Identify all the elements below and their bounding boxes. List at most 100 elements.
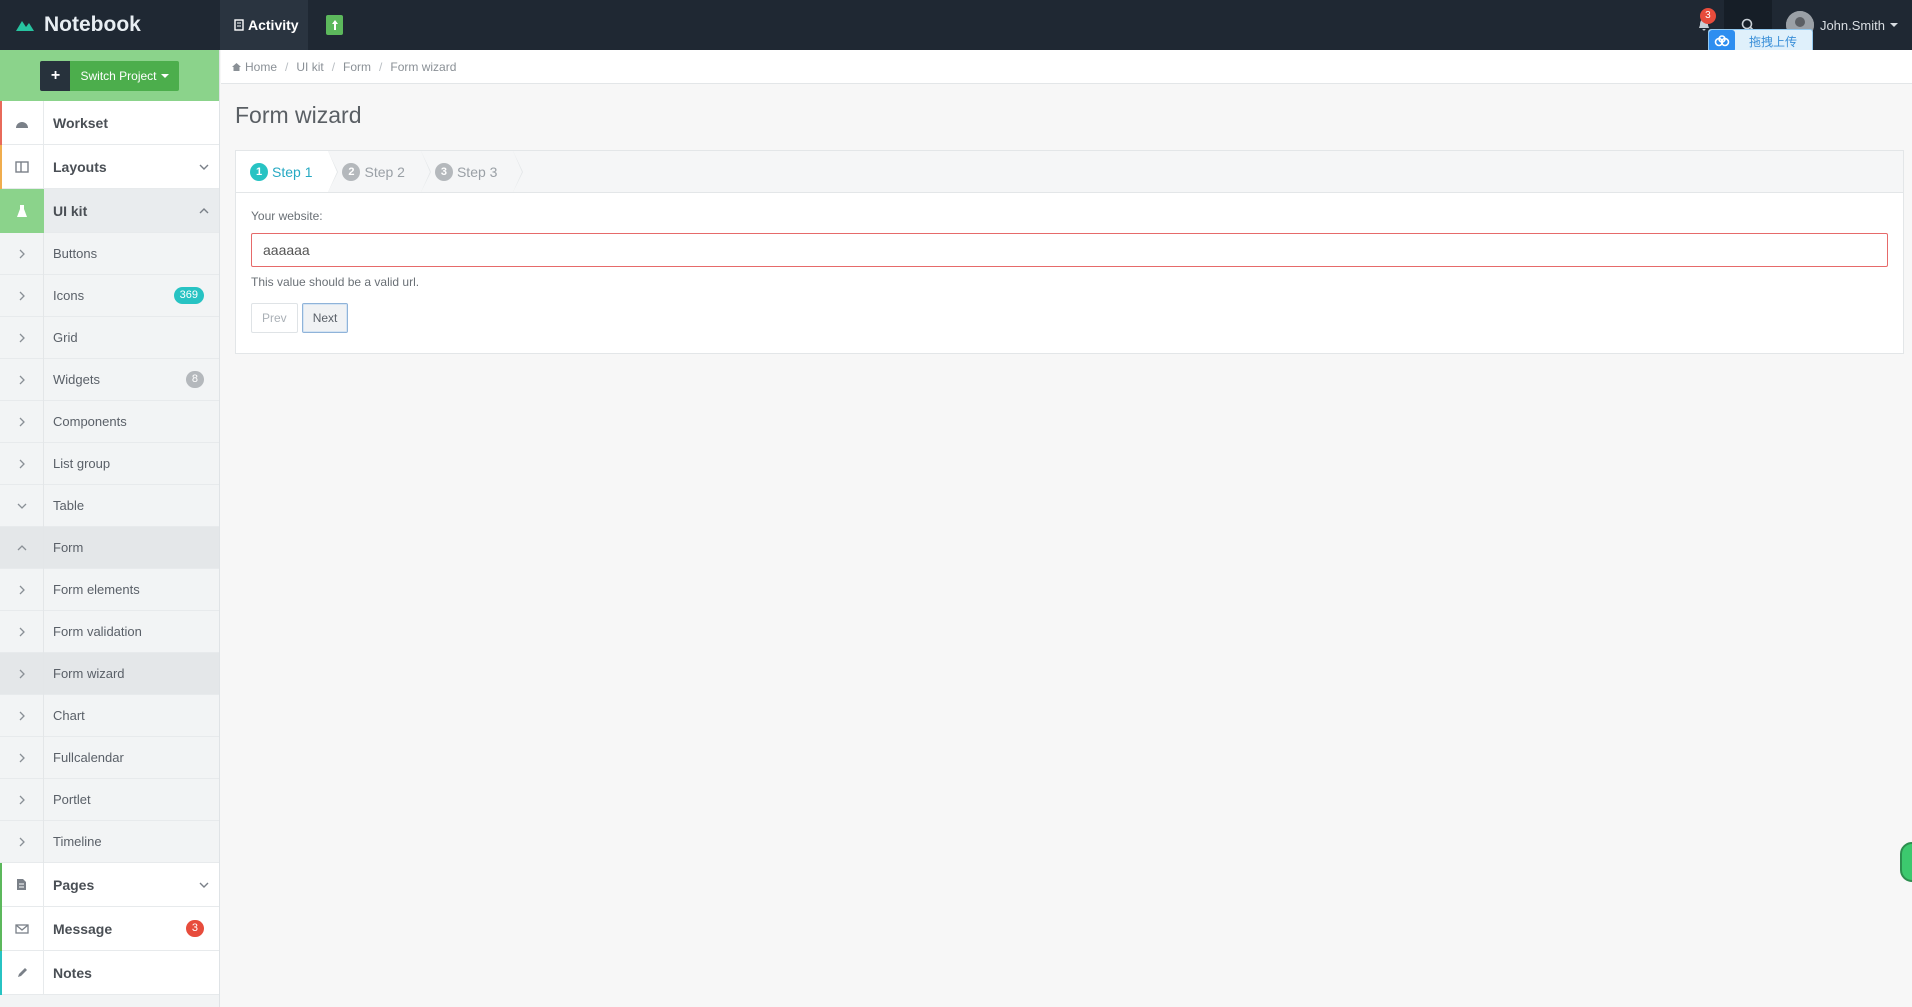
sidebar-item-label: Pages: [53, 876, 95, 893]
switch-project-label: Switch Project: [80, 68, 157, 83]
sidebar-subitem-label: Widgets: [53, 372, 100, 387]
envelope-icon: [0, 906, 44, 951]
chevron-right-icon: [0, 316, 44, 359]
chevron-right-icon: [0, 568, 44, 611]
wizard-step-1[interactable]: 1 Step 1: [236, 151, 339, 192]
chevron-right-icon: [0, 820, 44, 863]
breadcrumb-separator: /: [331, 59, 336, 74]
chevron-right-icon: [0, 442, 44, 485]
sidebar-subitem-portlet[interactable]: Portlet: [0, 778, 219, 821]
chevron-up-icon: [0, 526, 44, 569]
sidebar-subitem-form-wizard[interactable]: Form wizard: [0, 652, 219, 695]
chevron-right-icon: [0, 274, 44, 317]
form-wizard-panel: 1 Step 1 2 Step 2 3 Step 3 Your website:…: [235, 150, 1904, 354]
step-label: Step 1: [272, 163, 313, 180]
sidebar-item-workset[interactable]: Workset: [0, 100, 219, 145]
sidebar-subitem-grid[interactable]: Grid: [0, 316, 219, 359]
website-label: Your website:: [251, 209, 323, 223]
notification-count-badge: 3: [1699, 8, 1716, 24]
sidebar-subitem-buttons[interactable]: Buttons: [0, 232, 219, 275]
sidebar-subitem-components[interactable]: Components: [0, 400, 219, 443]
count-badge: 369: [173, 287, 204, 304]
sidebar-subitem-widgets[interactable]: Widgets 8: [0, 358, 219, 401]
message-count-badge: 3: [185, 920, 204, 937]
sidebar-item-label: Notes: [53, 964, 92, 981]
page-title: Form wizard: [235, 102, 362, 128]
upload-button[interactable]: [326, 15, 343, 35]
pencil-icon: [0, 950, 44, 995]
sidebar-item-label: Workset: [53, 114, 108, 131]
sidebar-subitem-label: Fullcalendar: [53, 750, 124, 765]
accent-bar: [0, 863, 2, 907]
floating-action-button[interactable]: [1900, 842, 1912, 882]
home-icon: [232, 62, 241, 71]
sidebar-item-label: Layouts: [53, 158, 107, 175]
website-input[interactable]: [251, 233, 1888, 267]
breadcrumb-separator: /: [379, 59, 383, 74]
breadcrumb-uikit[interactable]: UI kit: [296, 60, 323, 74]
sidebar-subitem-label: Chart: [53, 708, 85, 723]
sidebar-subitem-label: Form: [53, 540, 84, 555]
sidebar-subitem-list-group[interactable]: List group: [0, 442, 219, 485]
sidebar-subitem-label: Form wizard: [53, 666, 125, 681]
breadcrumb-form[interactable]: Form: [343, 60, 371, 74]
sidebar-subitem-form[interactable]: Form: [0, 526, 219, 569]
sidebar-item-pages[interactable]: Pages: [0, 862, 219, 907]
step-arrow: [420, 151, 430, 192]
chevron-up-icon: [189, 207, 219, 214]
chevron-right-icon: [0, 358, 44, 401]
sidebar-subitem-table[interactable]: Table: [0, 484, 219, 527]
chevron-down-icon: [0, 484, 44, 527]
brand[interactable]: Notebook: [0, 0, 220, 50]
sidebar-subitem-form-validation[interactable]: Form validation: [0, 610, 219, 653]
step-arrow: [513, 151, 523, 192]
sidebar-subitem-label: Components: [53, 414, 127, 429]
notebook-logo-icon: [16, 21, 34, 31]
breadcrumb-current: Form wizard: [390, 59, 457, 74]
chevron-right-icon: [0, 736, 44, 779]
sidebar-subitem-fullcalendar[interactable]: Fullcalendar: [0, 736, 219, 779]
step-label: Step 2: [364, 163, 405, 180]
count-badge: 8: [185, 371, 204, 388]
chevron-right-icon: [0, 610, 44, 653]
wizard-step-2[interactable]: 2 Step 2: [328, 151, 431, 192]
tab-activity[interactable]: Activity: [220, 0, 308, 50]
sidebar-subitem-label: Form elements: [53, 582, 140, 597]
file-text-icon: [0, 862, 44, 907]
switch-project-area: + Switch Project: [0, 50, 219, 101]
sidebar-subitem-label: Timeline: [53, 834, 102, 849]
columns-icon: [0, 144, 44, 189]
brand-name: Notebook: [44, 13, 141, 36]
switch-project-button[interactable]: + Switch Project: [40, 60, 179, 91]
user-name: John.Smith: [1819, 17, 1885, 33]
sidebar-subitem-form-elements[interactable]: Form elements: [0, 568, 219, 611]
top-navbar: Notebook Activity 3 John.Smith: [0, 0, 1912, 50]
step-number: 1: [250, 162, 268, 181]
validation-error: This value should be a valid url.: [251, 275, 420, 289]
sidebar-subitem-chart[interactable]: Chart: [0, 694, 219, 737]
sidebar-item-message[interactable]: Message 3: [0, 906, 219, 951]
next-button[interactable]: Next: [301, 303, 349, 333]
sidebar-subitem-label: Portlet: [53, 792, 91, 807]
prev-button[interactable]: Prev: [251, 303, 298, 333]
dashboard-icon: [0, 100, 44, 145]
plus-icon: +: [40, 60, 71, 91]
sidebar-item-notes[interactable]: Notes: [0, 950, 219, 995]
sidebar-subitem-label: Grid: [53, 330, 78, 345]
chevron-down-icon: [189, 164, 219, 170]
sidebar-subitem-timeline[interactable]: Timeline: [0, 820, 219, 863]
sidebar-item-layouts[interactable]: Layouts: [0, 144, 219, 189]
chevron-right-icon: [0, 400, 44, 443]
sidebar-subitem-icons[interactable]: Icons 369: [0, 274, 219, 317]
accent-bar: [0, 145, 2, 189]
wizard-step-3[interactable]: 3 Step 3: [421, 151, 524, 192]
sidebar-item-uikit[interactable]: UI kit: [0, 188, 219, 233]
accent-bar: [0, 101, 2, 145]
sidebar-subitem-label: List group: [53, 456, 111, 471]
step-number: 2: [342, 162, 361, 181]
accent-bar: [0, 951, 2, 995]
breadcrumb-home[interactable]: Home: [245, 60, 277, 74]
sidebar-subitem-label: Buttons: [53, 246, 98, 261]
chevron-down-icon: [189, 882, 219, 888]
chevron-right-icon: [0, 652, 44, 695]
